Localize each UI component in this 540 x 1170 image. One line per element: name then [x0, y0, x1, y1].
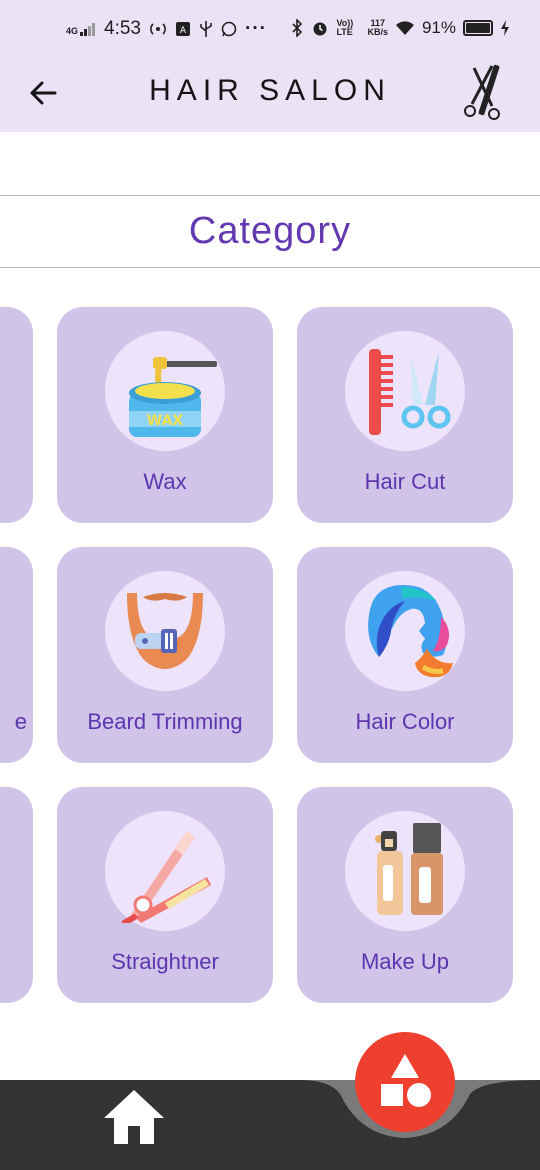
category-icon-circle — [345, 811, 465, 931]
category-card-wax[interactable]: WAX Wax — [57, 307, 273, 523]
data-saver-icon: A — [176, 22, 190, 36]
home-icon — [104, 1090, 164, 1144]
category-label: Beard Trimming — [87, 709, 243, 734]
straightener-icon — [121, 831, 211, 923]
category-card-partial-label: e — [14, 709, 27, 734]
usb-icon — [200, 21, 212, 37]
section-divider-top — [0, 195, 540, 196]
category-card-partial[interactable]: e — [0, 547, 33, 763]
home-nav-button[interactable] — [100, 1086, 168, 1146]
bluetooth-icon — [292, 19, 303, 37]
category-label: Hair Cut — [364, 469, 446, 494]
status-left: 4G 4:53 A ··· — [66, 18, 267, 40]
category-card-partial[interactable] — [0, 307, 33, 523]
category-card-hair-color[interactable]: Hair Color — [297, 547, 513, 763]
categories-fab[interactable] — [355, 1032, 455, 1132]
network-type: 4G — [66, 26, 79, 36]
speed-unit: KB/s — [367, 27, 388, 37]
category-card-make-up[interactable]: Make Up — [297, 787, 513, 1003]
svg-text:A: A — [180, 26, 187, 36]
category-label: Wax — [143, 469, 187, 494]
battery-percent: 91% — [421, 18, 456, 37]
category-label: Make Up — [360, 949, 450, 974]
category-icon-circle — [105, 811, 225, 931]
svg-text:WAX: WAX — [147, 413, 184, 429]
hotspot-icon — [150, 23, 166, 35]
beard-trimmer-icon — [127, 593, 203, 669]
shapes-icon — [381, 1054, 431, 1107]
alarm-icon — [313, 22, 327, 36]
signal-group: 4G — [66, 22, 96, 36]
volte-indicator: Vo)) LTE — [336, 18, 354, 37]
clock: 4:53 — [104, 18, 141, 39]
category-card-beard-trimming[interactable]: Beard Trimming — [57, 547, 273, 763]
signal-icon — [80, 23, 96, 36]
category-card-straightner[interactable]: Straightner — [57, 787, 273, 1003]
category-icon-circle — [105, 571, 225, 691]
more-notifications-icon: ··· — [245, 18, 267, 39]
scissors-comb-icon — [464, 64, 500, 120]
category-label: Hair Color — [355, 709, 455, 734]
wax-icon: WAX — [129, 357, 217, 437]
whatsapp-icon — [221, 21, 237, 37]
makeup-icon — [375, 823, 443, 915]
network-speed: 117 KB/s — [367, 19, 388, 37]
app-title: HAIR SALON — [149, 74, 391, 107]
category-icon-circle — [345, 331, 465, 451]
section-title: Category — [188, 210, 352, 252]
salon-logo-button[interactable] — [462, 62, 506, 122]
section-divider-bottom — [0, 267, 540, 268]
status-right: Vo)) LTE 117 KB/s 91% — [290, 18, 510, 38]
category-icon-circle — [345, 571, 465, 691]
wifi-icon — [395, 21, 414, 35]
status-bar: 4G 4:53 A ··· Vo)) LTE 117 KB/s 91% — [0, 0, 540, 58]
category-card-hair-cut[interactable]: Hair Cut — [297, 307, 513, 523]
charging-icon — [501, 20, 509, 36]
category-card-partial[interactable] — [0, 787, 33, 1003]
hair-color-icon — [368, 585, 453, 678]
app-bar: HAIR SALON — [0, 58, 540, 132]
category-icon-circle: WAX — [105, 331, 225, 451]
battery-icon — [463, 20, 493, 36]
haircut-icon — [369, 349, 451, 435]
category-label: Straightner — [111, 949, 219, 974]
